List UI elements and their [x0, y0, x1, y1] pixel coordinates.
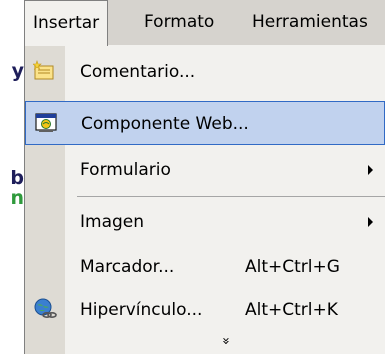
menu-item-label: Comentario...: [80, 62, 196, 82]
screen: y b n Insertar Formato Herramientas Come…: [0, 0, 385, 354]
document-text-fragment: n: [10, 187, 24, 209]
submenu-arrow-icon: [368, 217, 373, 227]
menu-item-label: Componente Web...: [81, 114, 249, 134]
submenu-arrow-icon: [368, 165, 373, 175]
menu-herramientas-label: Herramientas: [252, 12, 368, 32]
menu-separator: [77, 196, 385, 197]
document-text-fragment: b: [10, 167, 24, 189]
menu-item-label: Hipervínculo...: [80, 300, 203, 320]
expand-glyph: »: [218, 337, 233, 345]
menu-item-label: Marcador...: [80, 257, 175, 277]
menu-item-label: Formulario: [80, 160, 171, 180]
menu-insertar-label: Insertar: [33, 13, 100, 33]
document-text-fragment: y: [11, 60, 24, 82]
menu-item-componente-web[interactable]: Componente Web...: [25, 101, 385, 145]
insertar-dropdown-menu: Comentario... Componente Web... Formular…: [24, 45, 385, 354]
menu-formato-label: Formato: [144, 12, 215, 32]
menu-bar: Insertar Formato Herramientas: [24, 0, 385, 46]
comment-icon: [32, 59, 57, 83]
menu-item-label: Imagen: [80, 212, 145, 232]
menu-item-marcador[interactable]: Marcador... Alt+Ctrl+G: [25, 245, 385, 289]
document-area: y b n: [0, 0, 24, 354]
menu-item-imagen[interactable]: Imagen: [25, 200, 385, 244]
menu-item-shortcut: Alt+Ctrl+G: [245, 257, 340, 277]
menu-herramientas[interactable]: Herramientas: [244, 0, 376, 45]
menu-insertar[interactable]: Insertar: [24, 0, 109, 46]
hyperlink-icon: [33, 297, 57, 321]
menu-item-formulario[interactable]: Formulario: [25, 148, 385, 192]
menu-formato[interactable]: Formato: [136, 0, 222, 45]
menu-item-comentario[interactable]: Comentario...: [25, 50, 385, 94]
expand-menu-chevron-icon[interactable]: »: [65, 330, 385, 352]
web-component-icon: [34, 111, 58, 135]
menu-item-hipervinculo[interactable]: Hipervínculo... Alt+Ctrl+K: [25, 288, 385, 332]
menu-item-shortcut: Alt+Ctrl+K: [245, 300, 338, 320]
